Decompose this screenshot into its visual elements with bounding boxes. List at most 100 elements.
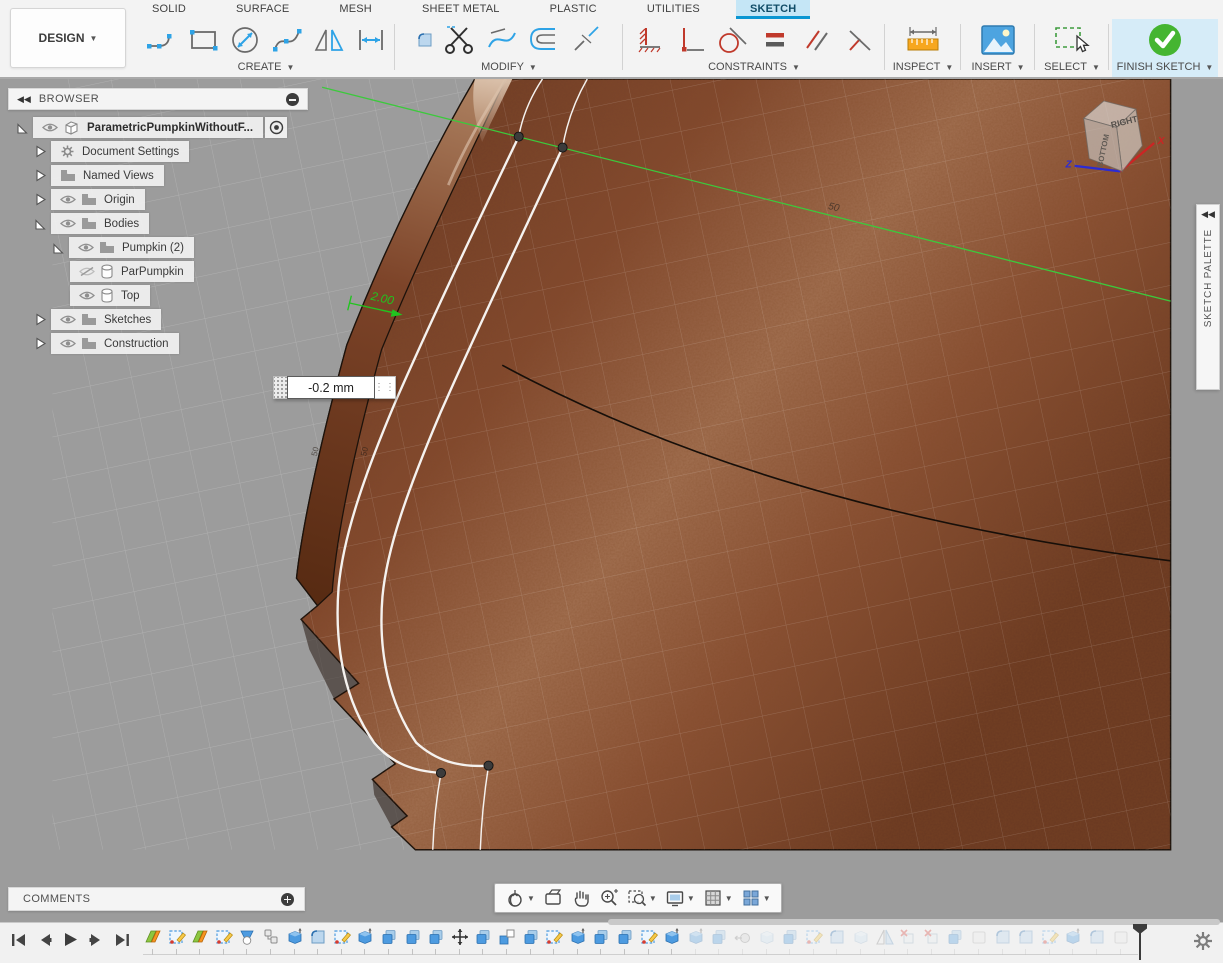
timeline-playhead[interactable] — [1133, 924, 1147, 961]
activate-component-icon[interactable] — [265, 117, 287, 138]
tab-solid[interactable]: SOLID — [138, 0, 200, 19]
image-icon[interactable] — [980, 24, 1016, 56]
break-icon[interactable] — [569, 23, 603, 57]
timeline-feature-sketch[interactable] — [544, 927, 564, 947]
viewports-icon[interactable] — [741, 888, 761, 908]
expand-palette-icon[interactable]: ◀◀ — [1201, 210, 1215, 219]
timeline-feature-combine[interactable] — [521, 927, 541, 947]
circle-icon[interactable] — [228, 23, 262, 57]
timeline-feature-combine[interactable] — [473, 927, 493, 947]
create-dropdown-label[interactable]: CREATE▼ — [140, 61, 392, 73]
tab-sketch[interactable]: SKETCH — [736, 0, 810, 19]
timeline-feature-box-outline[interactable] — [969, 927, 989, 947]
tab-plastic[interactable]: PLASTIC — [536, 0, 611, 19]
select-dropdown-label[interactable]: SELECT▼ — [1038, 61, 1106, 73]
browser-row-content[interactable]: ParPumpkin — [70, 261, 194, 282]
inspect-dropdown-label[interactable]: INSPECT▼ — [888, 61, 958, 73]
timeline-feature-combine[interactable] — [379, 927, 399, 947]
select-box-icon[interactable] — [1052, 23, 1092, 57]
chevron-down-icon[interactable]: ▼ — [649, 894, 657, 903]
timeline-feature-combine[interactable] — [780, 927, 800, 947]
timeline-feature-group[interactable] — [261, 927, 281, 947]
browser-row-bodies[interactable]: Bodies — [34, 213, 149, 234]
timeline-feature-plane[interactable] — [143, 927, 163, 947]
offset-icon[interactable] — [527, 23, 561, 57]
timeline-feature-extrude[interactable] — [568, 927, 588, 947]
timeline-feature-sketch[interactable] — [1040, 927, 1060, 947]
timeline-step-forward-button[interactable] — [88, 932, 104, 948]
grid-display-icon[interactable] — [703, 888, 723, 908]
timeline-feature-extrude[interactable] — [355, 927, 375, 947]
comments-bar[interactable]: COMMENTS — [8, 887, 305, 911]
timeline-feature-fillet[interactable] — [827, 927, 847, 947]
spline-edit-icon[interactable] — [485, 23, 519, 57]
timeline-feature-suppress[interactable] — [898, 927, 918, 947]
equal-icon[interactable] — [758, 23, 792, 57]
timeline-feature-extrude[interactable] — [285, 927, 305, 947]
chevron-down-icon[interactable]: ▼ — [725, 894, 733, 903]
timeline-feature-pattern[interactable] — [497, 927, 517, 947]
timeline-feature-suppress[interactable] — [922, 927, 942, 947]
horizontal-vertical-icon[interactable] — [674, 23, 708, 57]
timeline-feature-sketch[interactable] — [214, 927, 234, 947]
expand-node-icon[interactable] — [34, 169, 47, 182]
timeline-feature-revolve[interactable] — [237, 927, 257, 947]
add-comment-icon[interactable] — [281, 893, 294, 906]
timeline-feature-fillet[interactable] — [308, 927, 328, 947]
browser-row-content[interactable]: Document Settings — [51, 141, 189, 162]
3d-viewport[interactable]: 2.00 50 50 50 RIGHT BOTTOM X Z — [0, 79, 1223, 922]
timeline-feature-sketch[interactable] — [639, 927, 659, 947]
timeline-feature-extrude[interactable] — [686, 927, 706, 947]
eye-visible-icon[interactable] — [60, 314, 76, 325]
timeline-feature-combine[interactable] — [945, 927, 965, 947]
display-settings-icon[interactable] — [665, 888, 685, 908]
tab-utilities[interactable]: UTILITIES — [633, 0, 714, 19]
nav-pan-button[interactable] — [567, 886, 595, 910]
timeline-feature-sketch[interactable] — [332, 927, 352, 947]
timeline-feature-extrude[interactable] — [1063, 927, 1083, 947]
finish-dropdown-label[interactable]: FINISH SKETCH▼ — [1112, 61, 1218, 73]
timeline-feature-mirror-feat[interactable] — [875, 927, 895, 947]
nav-zoom-button[interactable] — [595, 886, 623, 910]
expand-node-icon[interactable] — [34, 337, 47, 350]
timeline-feature-hole[interactable] — [733, 927, 753, 947]
browser-row-construction[interactable]: Construction — [34, 333, 179, 354]
modify-dropdown-label[interactable]: MODIFY▼ — [398, 61, 620, 73]
constraints-dropdown-label[interactable]: CONSTRAINTS▼ — [626, 61, 882, 73]
chevron-down-icon[interactable]: ▼ — [763, 894, 771, 903]
timeline-scrollbar[interactable] — [608, 919, 1220, 925]
timeline-feature-fillet[interactable] — [1016, 927, 1036, 947]
zoom-icon[interactable] — [599, 888, 619, 908]
trim-icon[interactable] — [443, 23, 477, 57]
browser-row-named-views[interactable]: Named Views — [34, 165, 164, 186]
orbit-icon[interactable] — [505, 888, 525, 908]
browser-row-parpumpkin[interactable]: ParPumpkin — [70, 261, 194, 282]
eye-hidden-icon[interactable] — [79, 266, 95, 277]
browser-row-parametricpumpkinwithoutf[interactable]: ParametricPumpkinWithoutF... — [16, 117, 287, 138]
tab-sheet-metal[interactable]: SHEET METAL — [408, 0, 514, 19]
expand-node-icon[interactable] — [34, 313, 47, 326]
nav-orbit-button[interactable]: ▼ — [501, 886, 539, 910]
timeline-skip-start-button[interactable] — [10, 932, 28, 948]
perpendicular-icon[interactable] — [842, 23, 876, 57]
dimension-drag-handle[interactable] — [273, 376, 287, 399]
browser-row-sketches[interactable]: Sketches — [34, 309, 161, 330]
eye-visible-icon[interactable] — [60, 338, 76, 349]
browser-row-content[interactable]: Top — [70, 285, 150, 306]
nav-zoom-window-button[interactable]: ▼ — [623, 886, 661, 910]
browser-row-content[interactable]: Pumpkin (2) — [69, 237, 194, 258]
timeline-feature-combine[interactable] — [709, 927, 729, 947]
dimension-input[interactable] — [287, 376, 375, 399]
collapse-browser-icon[interactable]: ◀◀ — [17, 95, 31, 104]
expand-node-icon[interactable] — [34, 145, 47, 158]
chevron-down-icon[interactable]: ▼ — [527, 894, 535, 903]
timeline-feature-extrude[interactable] — [662, 927, 682, 947]
parallel-icon[interactable] — [800, 23, 834, 57]
browser-row-content[interactable]: ParametricPumpkinWithoutF... — [33, 117, 263, 138]
nav-look-at-button[interactable] — [539, 886, 567, 910]
design-menu-button[interactable]: DESIGN ▼ — [10, 8, 126, 68]
eye-visible-icon[interactable] — [78, 242, 94, 253]
nav-viewports-button[interactable]: ▼ — [737, 886, 775, 910]
collapse-node-icon[interactable] — [34, 217, 47, 230]
eye-visible-icon[interactable] — [79, 290, 95, 301]
